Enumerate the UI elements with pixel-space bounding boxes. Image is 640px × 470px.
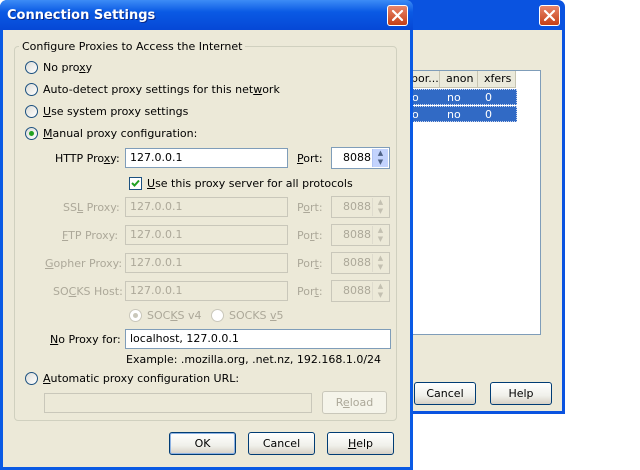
table-row[interactable]: o no 0 [401,89,517,105]
ssl-proxy-input[interactable]: 127.0.0.1 [125,197,288,217]
socks-v4-radio[interactable] [129,309,142,322]
socks-v4-label[interactable]: SOCKS v4 [147,309,202,322]
background-close-button[interactable] [539,5,560,26]
use-for-all-checkbox[interactable] [129,177,142,190]
ssl-port-label: Port: [297,201,323,214]
ftp-port-label: Port: [297,229,323,242]
background-help-button[interactable]: Help [490,382,552,405]
cell-anon: no [447,91,461,104]
spin-buttons[interactable]: ▲ ▼ [372,198,388,216]
http-port-stepper[interactable]: 8088 ▲ ▼ [331,147,390,169]
chevron-down-icon[interactable]: ▼ [373,207,388,216]
socks-v5-radio[interactable] [211,309,224,322]
cell-anon: no [447,108,461,121]
chevron-down-icon[interactable]: ▼ [373,263,388,272]
ftp-proxy-label: FTP Proxy: [62,229,119,242]
socks-host-input[interactable]: 127.0.0.1 [125,281,288,301]
http-port-label: Port: [297,152,323,165]
auto-url-label[interactable]: Automatic proxy configuration URL: [43,372,239,385]
chevron-up-icon[interactable]: ▲ [373,254,388,263]
manual-proxy-label[interactable]: Manual proxy configuration: [43,127,197,140]
no-proxy-example: Example: .mozilla.org, .net.nz, 192.168.… [126,353,382,366]
dialog-title: Connection Settings [7,8,156,23]
socks-v5-label[interactable]: SOCKS v5 [229,309,284,322]
http-proxy-input[interactable]: 127.0.0.1 [125,148,288,168]
no-proxy-for-input[interactable]: localhost, 127.0.0.1 [125,329,391,349]
checkmark-icon [131,179,140,187]
background-list[interactable]: por... anon xfers o no 0 o no 0 [400,70,541,335]
gopher-proxy-input[interactable]: 127.0.0.1 [125,253,288,273]
no-proxy-label[interactable]: No proxy [43,61,92,74]
chevron-down-icon[interactable]: ▼ [373,291,388,300]
chevron-up-icon[interactable]: ▲ [373,282,388,291]
chevron-up-icon[interactable]: ▲ [373,226,388,235]
auto-url-input[interactable] [44,393,312,413]
ok-button[interactable]: OK [169,432,236,455]
column-header-anon[interactable]: anon [440,71,478,88]
column-header-xfers[interactable]: xfers [478,71,516,88]
gopher-port-value: 8088 [343,256,371,269]
chevron-up-icon[interactable]: ▲ [373,149,388,158]
use-for-all-label[interactable]: Use this proxy server for all protocols [147,177,353,190]
no-proxy-for-label: No Proxy for: [50,333,121,346]
http-proxy-label: HTTP Proxy: [55,152,120,165]
chevron-down-icon[interactable]: ▼ [373,158,388,167]
cell-port: o [412,108,419,121]
help-button[interactable]: Help [327,432,394,455]
cancel-button[interactable]: Cancel [248,432,315,455]
socks-port-label: Port: [297,285,323,298]
gopher-proxy-label: Gopher Proxy: [45,257,123,270]
no-proxy-radio[interactable] [25,61,38,74]
ssl-port-value: 8088 [343,200,371,213]
background-cancel-button[interactable]: Cancel [414,382,476,405]
gopher-port-label: Port: [297,257,323,270]
system-proxy-label[interactable]: Use system proxy settings [43,105,188,118]
chevron-down-icon[interactable]: ▼ [373,235,388,244]
cell-xfers: 0 [485,108,492,121]
close-icon [391,9,404,22]
auto-detect-label[interactable]: Auto-detect proxy settings for this netw… [43,83,280,96]
ftp-port-stepper[interactable]: 8088 ▲ ▼ [331,224,390,246]
system-proxy-radio[interactable] [25,105,38,118]
http-port-value: 8088 [343,151,371,164]
auto-url-radio[interactable] [25,372,38,385]
cell-xfers: 0 [485,91,492,104]
ssl-port-stepper[interactable]: 8088 ▲ ▼ [331,196,390,218]
reload-button[interactable]: Reload [322,391,387,414]
spin-buttons[interactable]: ▲ ▼ [372,226,388,244]
spin-buttons[interactable]: ▲ ▼ [372,149,388,167]
socks-host-label: SOCKS Host: [53,285,123,298]
gopher-port-stepper[interactable]: 8088 ▲ ▼ [331,252,390,274]
group-title: Configure Proxies to Access the Internet [19,40,246,53]
socks-port-stepper[interactable]: 8088 ▲ ▼ [331,280,390,302]
chevron-up-icon[interactable]: ▲ [373,198,388,207]
auto-detect-radio[interactable] [25,83,38,96]
ftp-port-value: 8088 [343,228,371,241]
ssl-proxy-label: SSL Proxy: [63,201,120,214]
cell-port: o [412,91,419,104]
dialog-close-button[interactable] [387,5,408,26]
close-icon [543,9,556,22]
spin-buttons[interactable]: ▲ ▼ [372,254,388,272]
manual-proxy-radio[interactable] [25,127,38,140]
table-row[interactable]: o no 0 [401,106,517,122]
ftp-proxy-input[interactable]: 127.0.0.1 [125,225,288,245]
spin-buttons[interactable]: ▲ ▼ [372,282,388,300]
socks-port-value: 8088 [343,284,371,297]
